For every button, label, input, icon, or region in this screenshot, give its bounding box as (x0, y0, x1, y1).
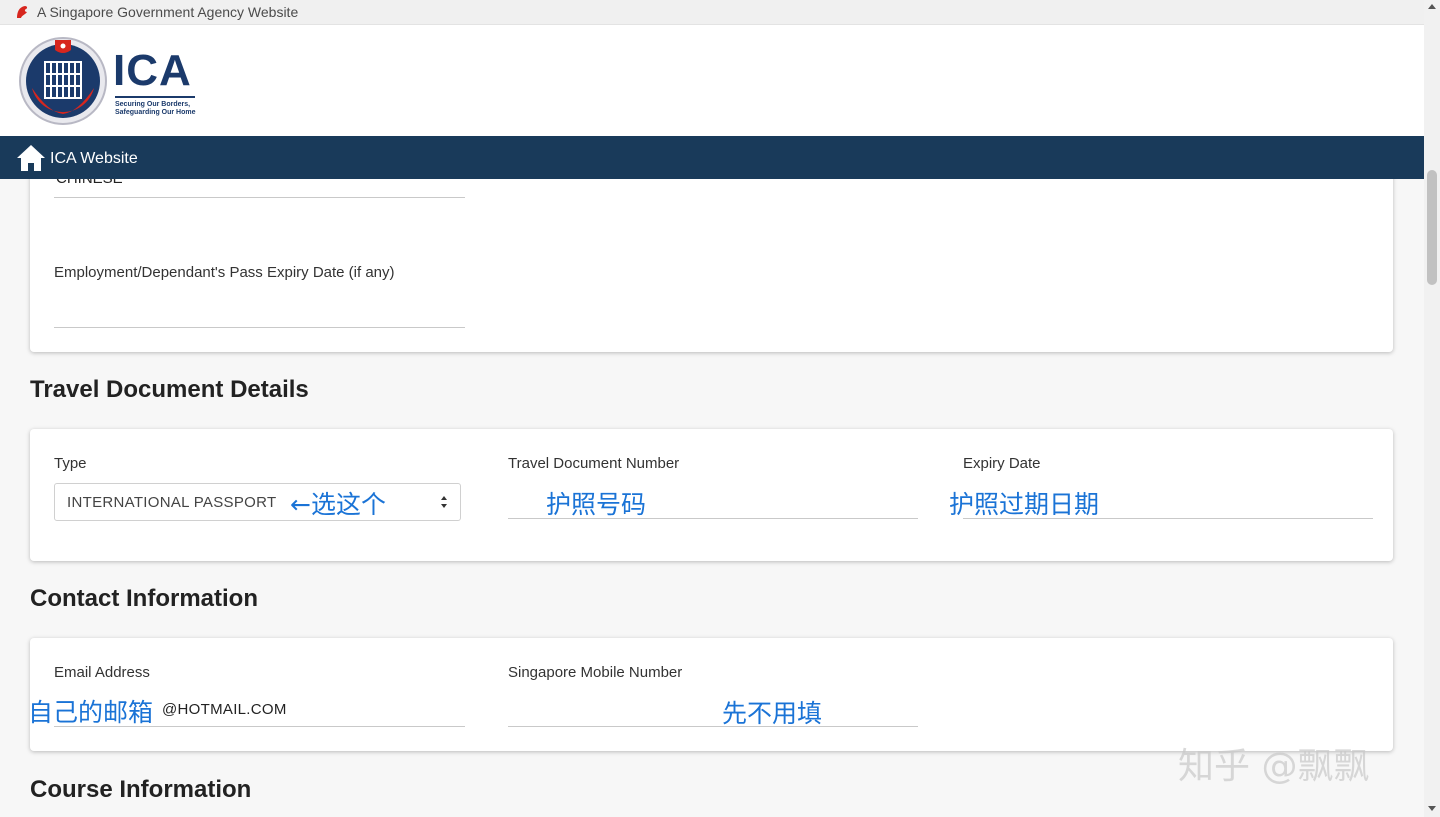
site-header: ICA Securing Our Borders, Safeguarding O… (0, 25, 1424, 136)
document-number-label: Travel Document Number (508, 455, 680, 472)
travel-document-card: Type INTERNATIONAL PASSPORT Travel Docum… (30, 429, 1393, 561)
main-navbar: ICA Website (0, 136, 1424, 179)
document-type-select[interactable]: INTERNATIONAL PASSPORT (54, 483, 461, 521)
scroll-up-icon[interactable] (1428, 4, 1436, 9)
personal-details-card: CHINESE Employment/Dependant's Pass Expi… (30, 179, 1393, 352)
annotation-passport-number: 护照号码 (546, 490, 647, 519)
logo-tagline: Securing Our Borders, Safeguarding Our H… (115, 101, 196, 116)
nationality-value: CHINESE (56, 179, 123, 187)
merlion-icon (17, 6, 28, 18)
home-icon[interactable] (16, 143, 46, 173)
ica-wordmark: ICA (113, 46, 192, 95)
ica-crest-logo[interactable] (18, 36, 108, 126)
pass-expiry-underline (54, 327, 465, 328)
scrollbar-thumb[interactable] (1427, 170, 1437, 285)
logo-divider (115, 96, 195, 98)
annotation-leave-blank: 先不用填 (722, 699, 823, 728)
ica-website-link[interactable]: ICA Website (50, 150, 138, 168)
mobile-number-underline (508, 726, 918, 727)
zhihu-watermark: 知乎 @飘飘 (1178, 746, 1370, 787)
scroll-down-icon[interactable] (1428, 806, 1436, 811)
page-scrollbar[interactable] (1424, 0, 1440, 817)
mobile-number-label: Singapore Mobile Number (508, 664, 683, 681)
gov-banner-text: A Singapore Government Agency Website (37, 4, 299, 20)
mobile-number-input[interactable] (508, 694, 918, 724)
annotation-own-email: 自己的邮箱 (28, 698, 154, 727)
select-arrows-icon (441, 496, 447, 508)
document-type-value: INTERNATIONAL PASSPORT (67, 494, 277, 511)
annotation-passport-expiry: 护照过期日期 (949, 490, 1100, 519)
expiry-date-label: Expiry Date (963, 455, 1041, 472)
nationality-underline (54, 197, 465, 198)
contact-information-card: Email Address @HOTMAIL.COM Singapore Mob… (30, 638, 1393, 751)
annotation-select-this: ←选这个 (290, 490, 386, 519)
email-input[interactable]: @HOTMAIL.COM (162, 701, 287, 718)
pass-expiry-input[interactable] (54, 293, 465, 323)
email-label: Email Address (54, 664, 150, 681)
form-content[interactable]: CHINESE Employment/Dependant's Pass Expi… (0, 179, 1424, 817)
type-label: Type (54, 455, 87, 472)
travel-document-title: Travel Document Details (30, 376, 309, 403)
pass-expiry-label: Employment/Dependant's Pass Expiry Date … (54, 264, 395, 281)
gov-banner: A Singapore Government Agency Website (0, 0, 1424, 25)
contact-information-title: Contact Information (30, 585, 258, 612)
course-information-title: Course Information (30, 776, 252, 803)
